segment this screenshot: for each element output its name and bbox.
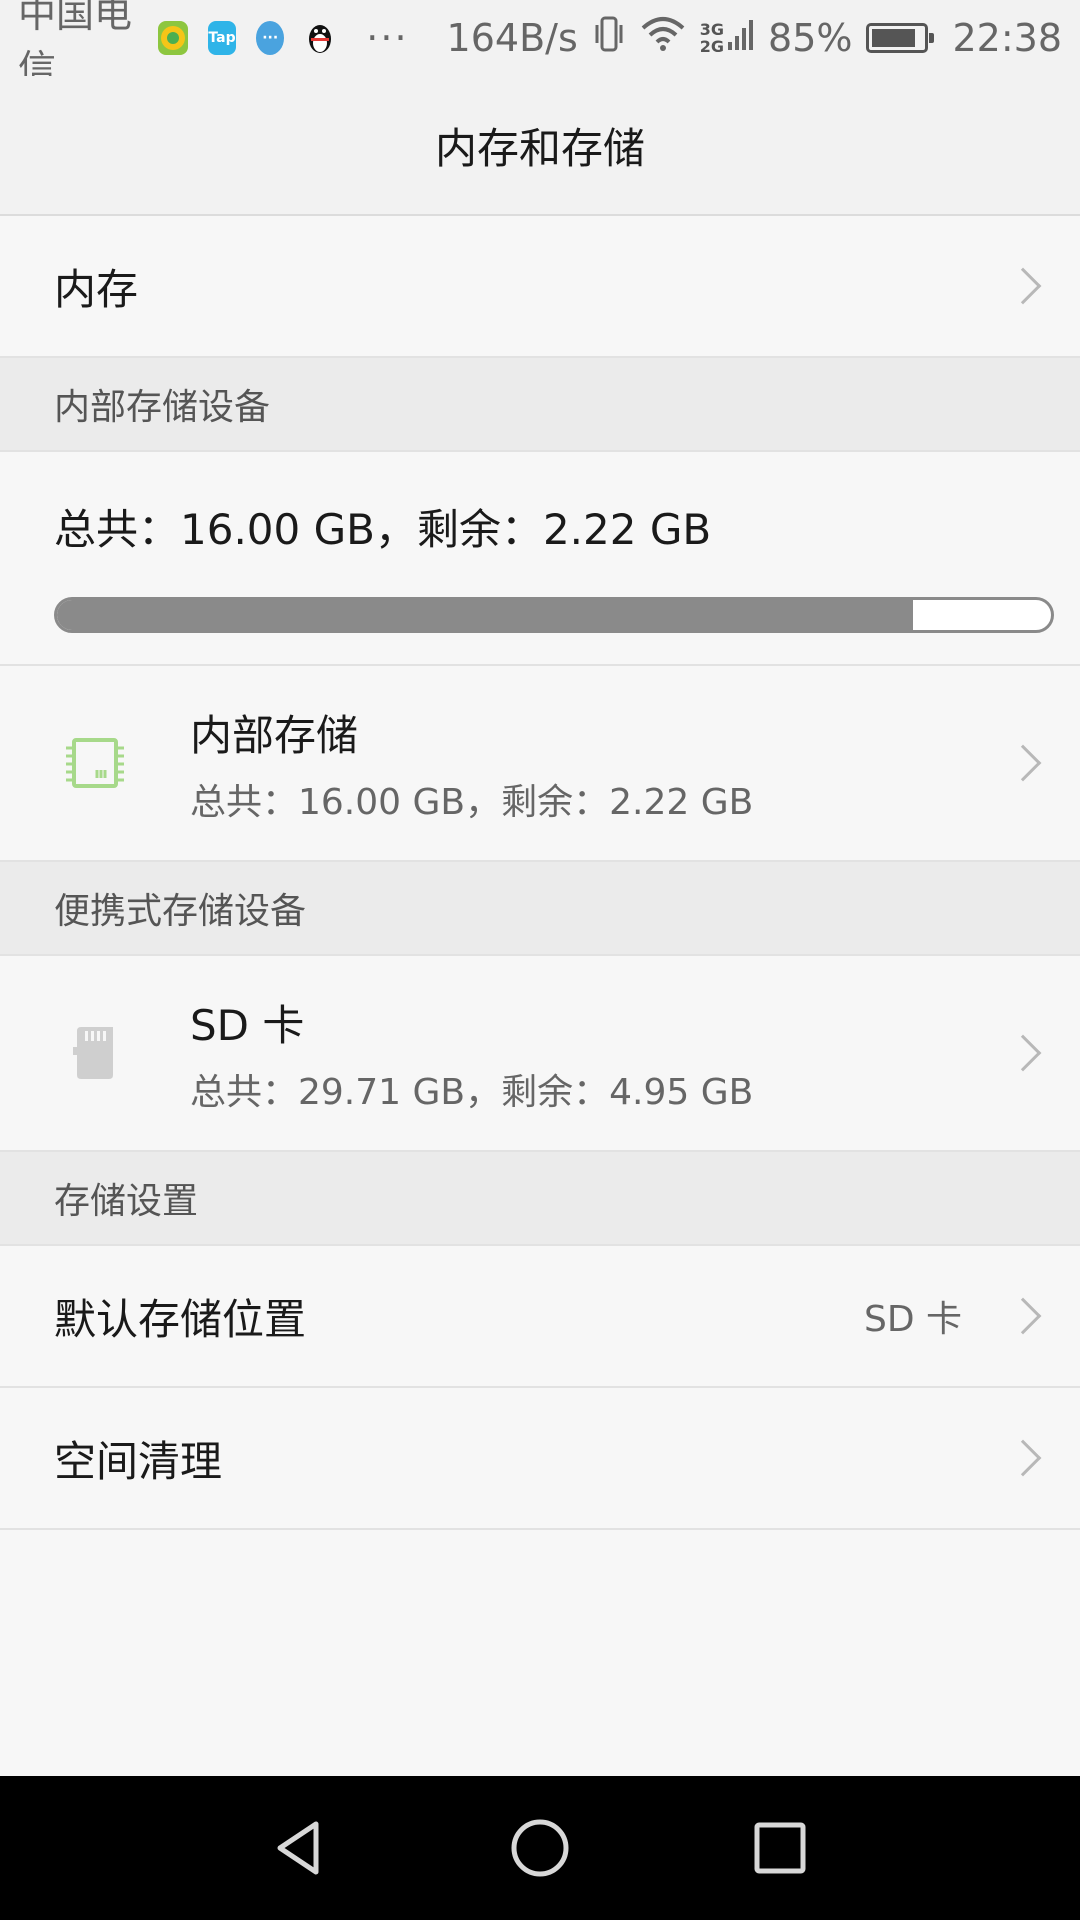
storage-summary: 总共：16.00 GB，剩余：2.22 GB [0,452,1080,666]
space-cleanup-label: 空间清理 [54,1436,223,1486]
sd-card-text: SD 卡 总共：29.71 GB，剩余：4.95 GB [190,992,753,1115]
chevron-right-icon [1004,744,1042,782]
title-bar: 内存和存储 [0,76,1080,216]
settings-list: 内存 内部存储设备 总共：16.00 GB，剩余：2.22 GB 内部存储 总共… [0,216,1080,1530]
battery-level-fill [872,29,915,47]
internal-storage-row[interactable]: 内部存储 总共：16.00 GB，剩余：2.22 GB [0,666,1080,862]
storage-usage-bar [54,597,1054,633]
network-speed: 164B/s [446,16,578,60]
section-title: 便携式存储设备 [54,891,307,932]
chevron-right-icon [1004,1439,1042,1477]
chevron-right-icon [1004,1034,1042,1072]
memory-row[interactable]: 内存 [0,216,1080,358]
vibrate-icon [592,15,626,62]
section-header-portable: 便携式存储设备 [0,862,1080,956]
page-title: 内存和存储 [434,123,645,173]
status-right: 164B/s 3G 2G 85% 22:38 [433,15,1062,62]
storage-total-text: 总共：16.00 GB，剩余：2.22 GB [54,505,712,554]
notification-overflow: ··· [366,16,409,60]
default-storage-value: SD 卡 [863,1299,962,1340]
navigation-bar [0,1776,1080,1920]
sd-card-subtitle: 总共：29.71 GB，剩余：4.95 GB [190,1071,754,1113]
internal-storage-text: 内部存储 总共：16.00 GB，剩余：2.22 GB [190,702,753,825]
battery-icon [866,23,935,53]
section-header-settings: 存储设置 [0,1152,1080,1246]
recents-icon[interactable] [660,1820,900,1876]
section-title: 存储设置 [54,1181,199,1222]
network-type: 3G 2G [699,20,725,56]
wifi-icon [640,16,686,61]
battery-percent: 85% [768,16,853,60]
status-bar: 中国电信 Tap ··· ··· 164B/s 3G 2G 85% 22:38 [0,0,1080,91]
leaf-app-icon [157,21,188,55]
message-app-icon: ··· [256,21,285,55]
tap-app-icon: Tap [207,21,237,55]
internal-storage-subtitle: 总共：16.00 GB，剩余：2.22 GB [190,781,754,823]
internal-storage-title: 内部存储 [190,710,359,760]
memory-label: 内存 [54,264,139,314]
chip-icon [54,734,136,792]
sd-card-row[interactable]: SD 卡 总共：29.71 GB，剩余：4.95 GB [0,956,1080,1152]
sd-card-title: SD 卡 [190,1000,305,1050]
qq-icon [304,21,336,55]
section-header-internal: 内部存储设备 [0,358,1080,452]
section-title: 内部存储设备 [54,387,271,428]
default-storage-row[interactable]: 默认存储位置 SD 卡 [0,1246,1080,1388]
default-storage-label: 默认存储位置 [54,1294,307,1344]
chevron-right-icon [1004,1297,1042,1335]
home-icon[interactable] [420,1817,660,1879]
signal-icon [728,16,754,61]
storage-usage-fill [57,600,913,630]
sd-card-icon [54,1025,136,1081]
space-cleanup-row[interactable]: 空间清理 [0,1388,1080,1530]
clock: 22:38 [952,16,1062,60]
back-icon[interactable] [180,1818,420,1878]
chevron-right-icon [1004,267,1042,305]
